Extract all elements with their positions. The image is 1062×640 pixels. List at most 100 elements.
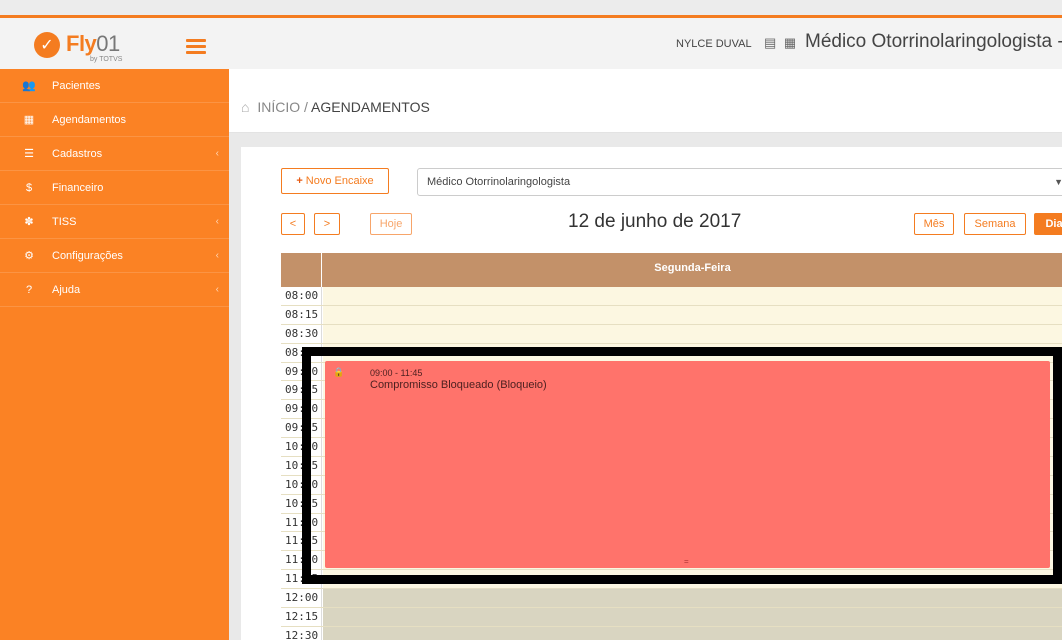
time-label: 11:30 bbox=[281, 551, 322, 570]
breadcrumb-home[interactable]: INÍCIO bbox=[257, 99, 300, 115]
time-label: 12:30 bbox=[281, 626, 322, 640]
novo-encaixe-label: Novo Encaixe bbox=[305, 175, 374, 187]
novo-encaixe-button[interactable]: + Novo Encaixe bbox=[281, 168, 389, 194]
logo-area: ✓ Fly01 by TOTVS bbox=[0, 15, 229, 69]
time-slot[interactable] bbox=[323, 589, 1062, 607]
time-slot[interactable] bbox=[323, 626, 1062, 640]
sidebar-item-label: Pacientes bbox=[52, 79, 101, 92]
resize-handle[interactable]: = bbox=[684, 557, 689, 566]
caret-down-icon: ▼ bbox=[1054, 177, 1062, 187]
question-icon: ? bbox=[25, 283, 33, 296]
sidebar-item-tiss[interactable]: ✽ TISS ‹ bbox=[0, 205, 229, 239]
time-row: 11:45 bbox=[281, 570, 1062, 589]
time-row: 08:30 bbox=[281, 324, 1062, 344]
time-label: 10:15 bbox=[281, 456, 322, 475]
breadcrumb-current: AGENDAMENTOS bbox=[311, 99, 430, 115]
time-label: 08:45 bbox=[281, 343, 322, 362]
time-label: 09:15 bbox=[281, 381, 322, 400]
sidebar-item-ajuda[interactable]: ? Ajuda ‹ bbox=[0, 273, 229, 307]
top-header: NYLCE DUVAL ▤ ▦ Médico Otorrinolaringolo… bbox=[229, 15, 1062, 69]
time-label: 10:30 bbox=[281, 475, 322, 494]
time-gutter-header bbox=[281, 253, 322, 287]
day-header: Segunda-Feira bbox=[654, 262, 731, 274]
time-slot[interactable] bbox=[323, 287, 1062, 305]
sidebar-item-agendamentos[interactable]: ▦ Agendamentos bbox=[0, 103, 229, 137]
doctor-select[interactable]: Médico Otorrinolaringologista ▼ bbox=[417, 168, 1062, 196]
sidebar-item-label: Ajuda bbox=[52, 283, 81, 296]
time-label: 12:00 bbox=[281, 589, 322, 607]
sidebar-item-label: Configurações bbox=[52, 249, 123, 262]
time-label: 09:00 bbox=[281, 362, 322, 381]
brand-logo[interactable]: Fly01 bbox=[66, 31, 120, 57]
dollar-icon: $ bbox=[25, 181, 33, 194]
date-title: 12 de junho de 2017 bbox=[568, 211, 742, 232]
time-slot[interactable] bbox=[323, 305, 1062, 324]
view-day-button[interactable]: Dia bbox=[1034, 213, 1062, 235]
time-row: 12:00 bbox=[281, 589, 1062, 608]
home-icon[interactable]: ⌂ bbox=[241, 99, 249, 115]
time-label: 10:45 bbox=[281, 494, 322, 513]
plus-icon: + bbox=[296, 175, 303, 187]
time-row: 12:30 bbox=[281, 626, 1062, 640]
next-day-button[interactable]: > bbox=[314, 213, 340, 235]
top-strip bbox=[0, 0, 1062, 15]
app-window: ✓ Fly01 by TOTVS 👥 Pacientes ▦ Agendamentos… bbox=[0, 0, 1062, 640]
calendar-event[interactable]: 🔒 09:00 - 11:45 Compromisso Bloqueado (B… bbox=[325, 361, 1050, 568]
sidebar: ✓ Fly01 by TOTVS 👥 Pacientes ▦ Agendamentos… bbox=[0, 15, 229, 640]
view-toggle-icon[interactable]: ▤ ▦ bbox=[764, 35, 798, 51]
sidebar-item-label: Agendamentos bbox=[52, 113, 126, 126]
hamburger-menu-icon[interactable] bbox=[186, 39, 206, 54]
time-label: 12:15 bbox=[281, 607, 322, 626]
time-row: 08:45 bbox=[281, 343, 1062, 363]
time-label: 08:00 bbox=[281, 287, 322, 305]
fly-logo-icon: ✓ bbox=[34, 32, 60, 58]
user-role[interactable]: Médico Otorrinolaringologista - bbox=[805, 31, 1062, 53]
time-label: 09:45 bbox=[281, 419, 322, 437]
user-name[interactable]: NYLCE DUVAL bbox=[676, 38, 752, 50]
list-icon: ☰ bbox=[24, 148, 34, 160]
chevron-left-icon: ‹ bbox=[215, 216, 219, 227]
lock-icon: 🔒 bbox=[333, 367, 345, 377]
doctor-select-value: Médico Otorrinolaringologista bbox=[427, 176, 571, 188]
time-label: 11:15 bbox=[281, 532, 322, 551]
brand-suffix: 01 bbox=[96, 31, 120, 56]
handshake-icon: ✽ bbox=[24, 216, 34, 228]
users-icon: 👥 bbox=[22, 80, 36, 92]
time-label: 08:30 bbox=[281, 324, 322, 343]
time-slot[interactable] bbox=[323, 570, 1062, 588]
time-label: 09:30 bbox=[281, 400, 322, 419]
sidebar-item-label: Financeiro bbox=[52, 181, 104, 194]
chevron-left-icon: ‹ bbox=[215, 148, 219, 159]
breadcrumb: ⌂ INÍCIO / AGENDAMENTOS bbox=[229, 69, 1062, 133]
sidebar-item-label: TISS bbox=[52, 215, 77, 228]
event-title: Compromisso Bloqueado (Bloqueio) bbox=[370, 379, 547, 391]
view-month-button[interactable]: Mês bbox=[914, 213, 954, 235]
calendar-icon: ▦ bbox=[23, 114, 35, 126]
brand-name: Fly bbox=[66, 31, 97, 56]
time-label: 11:00 bbox=[281, 513, 322, 532]
time-slot[interactable] bbox=[323, 607, 1062, 626]
sidebar-item-financeiro[interactable]: $ Financeiro bbox=[0, 171, 229, 205]
time-row: 12:15 bbox=[281, 607, 1062, 627]
time-slot[interactable] bbox=[323, 324, 1062, 343]
time-label: 10:00 bbox=[281, 438, 322, 456]
prev-day-button[interactable]: < bbox=[281, 213, 305, 235]
brand-tagline: by TOTVS bbox=[90, 56, 123, 63]
chevron-left-icon: ‹ bbox=[215, 284, 219, 295]
sidebar-item-configuracoes[interactable]: ⚙ Configurações ‹ bbox=[0, 239, 229, 273]
sidebar-item-label: Cadastros bbox=[52, 147, 103, 160]
time-label: 11:45 bbox=[281, 570, 322, 588]
calendar-header: Segunda-Feira bbox=[281, 253, 1062, 287]
event-time: 09:00 - 11:45 bbox=[370, 368, 423, 378]
today-button[interactable]: Hoje bbox=[370, 213, 412, 235]
gear-icon: ⚙ bbox=[24, 250, 34, 262]
view-week-button[interactable]: Semana bbox=[964, 213, 1026, 235]
breadcrumb-separator: / bbox=[304, 99, 312, 115]
time-slot[interactable] bbox=[323, 343, 1062, 362]
sidebar-menu: 👥 Pacientes ▦ Agendamentos ☰ Cadastros ‹ $ Finan… bbox=[0, 69, 229, 307]
sidebar-item-pacientes[interactable]: 👥 Pacientes bbox=[0, 69, 229, 103]
time-row: 08:00 bbox=[281, 287, 1062, 306]
sidebar-item-cadastros[interactable]: ☰ Cadastros ‹ bbox=[0, 137, 229, 171]
time-label: 08:15 bbox=[281, 305, 322, 324]
chevron-left-icon: ‹ bbox=[215, 250, 219, 261]
